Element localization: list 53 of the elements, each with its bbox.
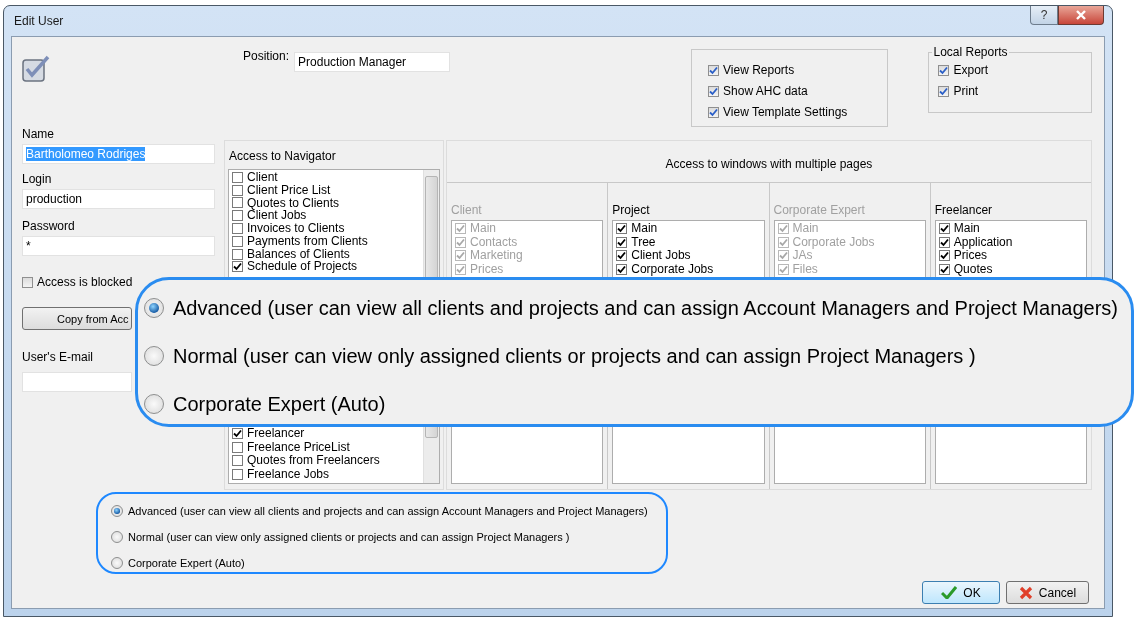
checkbox-label: Tree xyxy=(631,235,656,249)
checkbox-label: Client xyxy=(247,170,278,184)
checkbox-label: Main xyxy=(631,222,658,236)
checkbox-label: Payments from Clients xyxy=(247,234,368,248)
checkbox-label: Application xyxy=(953,235,1013,249)
checkbox-label: Quotes from Freelancers xyxy=(247,454,380,468)
checkbox-label: Client Jobs xyxy=(631,249,691,263)
checkbox-label: Files xyxy=(792,262,818,276)
checkbox-label: Main xyxy=(792,222,819,236)
checkbox-label: Contacts xyxy=(470,235,518,249)
panel-title: Access to Navigator xyxy=(229,149,337,163)
checkbox-label: Client Jobs xyxy=(247,209,307,223)
checkbox-label: Invoices to Clients xyxy=(247,222,345,236)
checkbox-label: Freelance Jobs xyxy=(247,467,330,481)
radio-label: Normal (user can view only assigned clients or projects and can assign Project Managers ) xyxy=(128,531,570,543)
checkbox-label: Corporate Jobs xyxy=(631,262,714,276)
field-label: Position: xyxy=(243,49,290,63)
checkbox-label: View Reports xyxy=(723,64,795,77)
radio-label: Corporate Expert (Auto) xyxy=(128,557,245,569)
radio-label: Advanced (user can view all clients and projects and can assign Account Managers and Project Managers) xyxy=(173,296,1118,320)
checkbox-label: Main xyxy=(953,222,980,236)
column-title: Client xyxy=(451,203,483,217)
column-title: Project xyxy=(612,203,651,217)
field-label: Name xyxy=(22,127,54,141)
group-title: Local Reports xyxy=(932,45,1009,59)
field-label: User's E-mail xyxy=(22,350,93,364)
radio-label: Normal (user can view only assigned clients or projects and can assign Project Managers ) xyxy=(173,344,976,368)
checkbox-label: View Template Settings xyxy=(723,106,848,119)
checkbox-label: Prices xyxy=(470,262,504,276)
radio-label: Advanced (user can view all clients and projects and can assign Account Managers and Project Managers) xyxy=(128,505,648,517)
checkbox-label: Prices xyxy=(953,249,988,263)
checkbox-label: Print xyxy=(953,85,979,98)
column-title: Freelancer xyxy=(934,203,994,217)
panel-title: Access to windows with multiple pages xyxy=(665,157,873,171)
checkbox-label: Freelancer xyxy=(247,427,305,441)
checkbox-label: Show AHC data xyxy=(723,85,808,98)
checkbox-label: Quotes to Clients xyxy=(247,196,340,210)
checkbox-label: Access is blocked xyxy=(37,275,133,289)
field-label: Password xyxy=(22,219,75,233)
checkbox-label: Marketing xyxy=(470,249,523,263)
checkbox-label: JAs xyxy=(792,249,813,263)
radio-label: Corporate Expert (Auto) xyxy=(173,392,386,416)
field-label: Login xyxy=(22,172,52,186)
checkbox-label: Balances of Clients xyxy=(247,247,350,261)
column-title: Corporate Expert xyxy=(773,203,866,217)
checkbox-label: Freelance PriceList xyxy=(247,440,350,454)
checkbox-label: Main xyxy=(470,222,496,236)
checkbox-label: Quotes xyxy=(953,262,993,276)
checkbox-label: Schedule of Projects xyxy=(247,260,358,274)
checkbox-label: Export xyxy=(953,64,989,77)
checkbox-label: Corporate Jobs xyxy=(792,235,875,249)
window-title: Edit User xyxy=(13,14,64,28)
checkbox-label: Client Price List xyxy=(247,183,331,197)
